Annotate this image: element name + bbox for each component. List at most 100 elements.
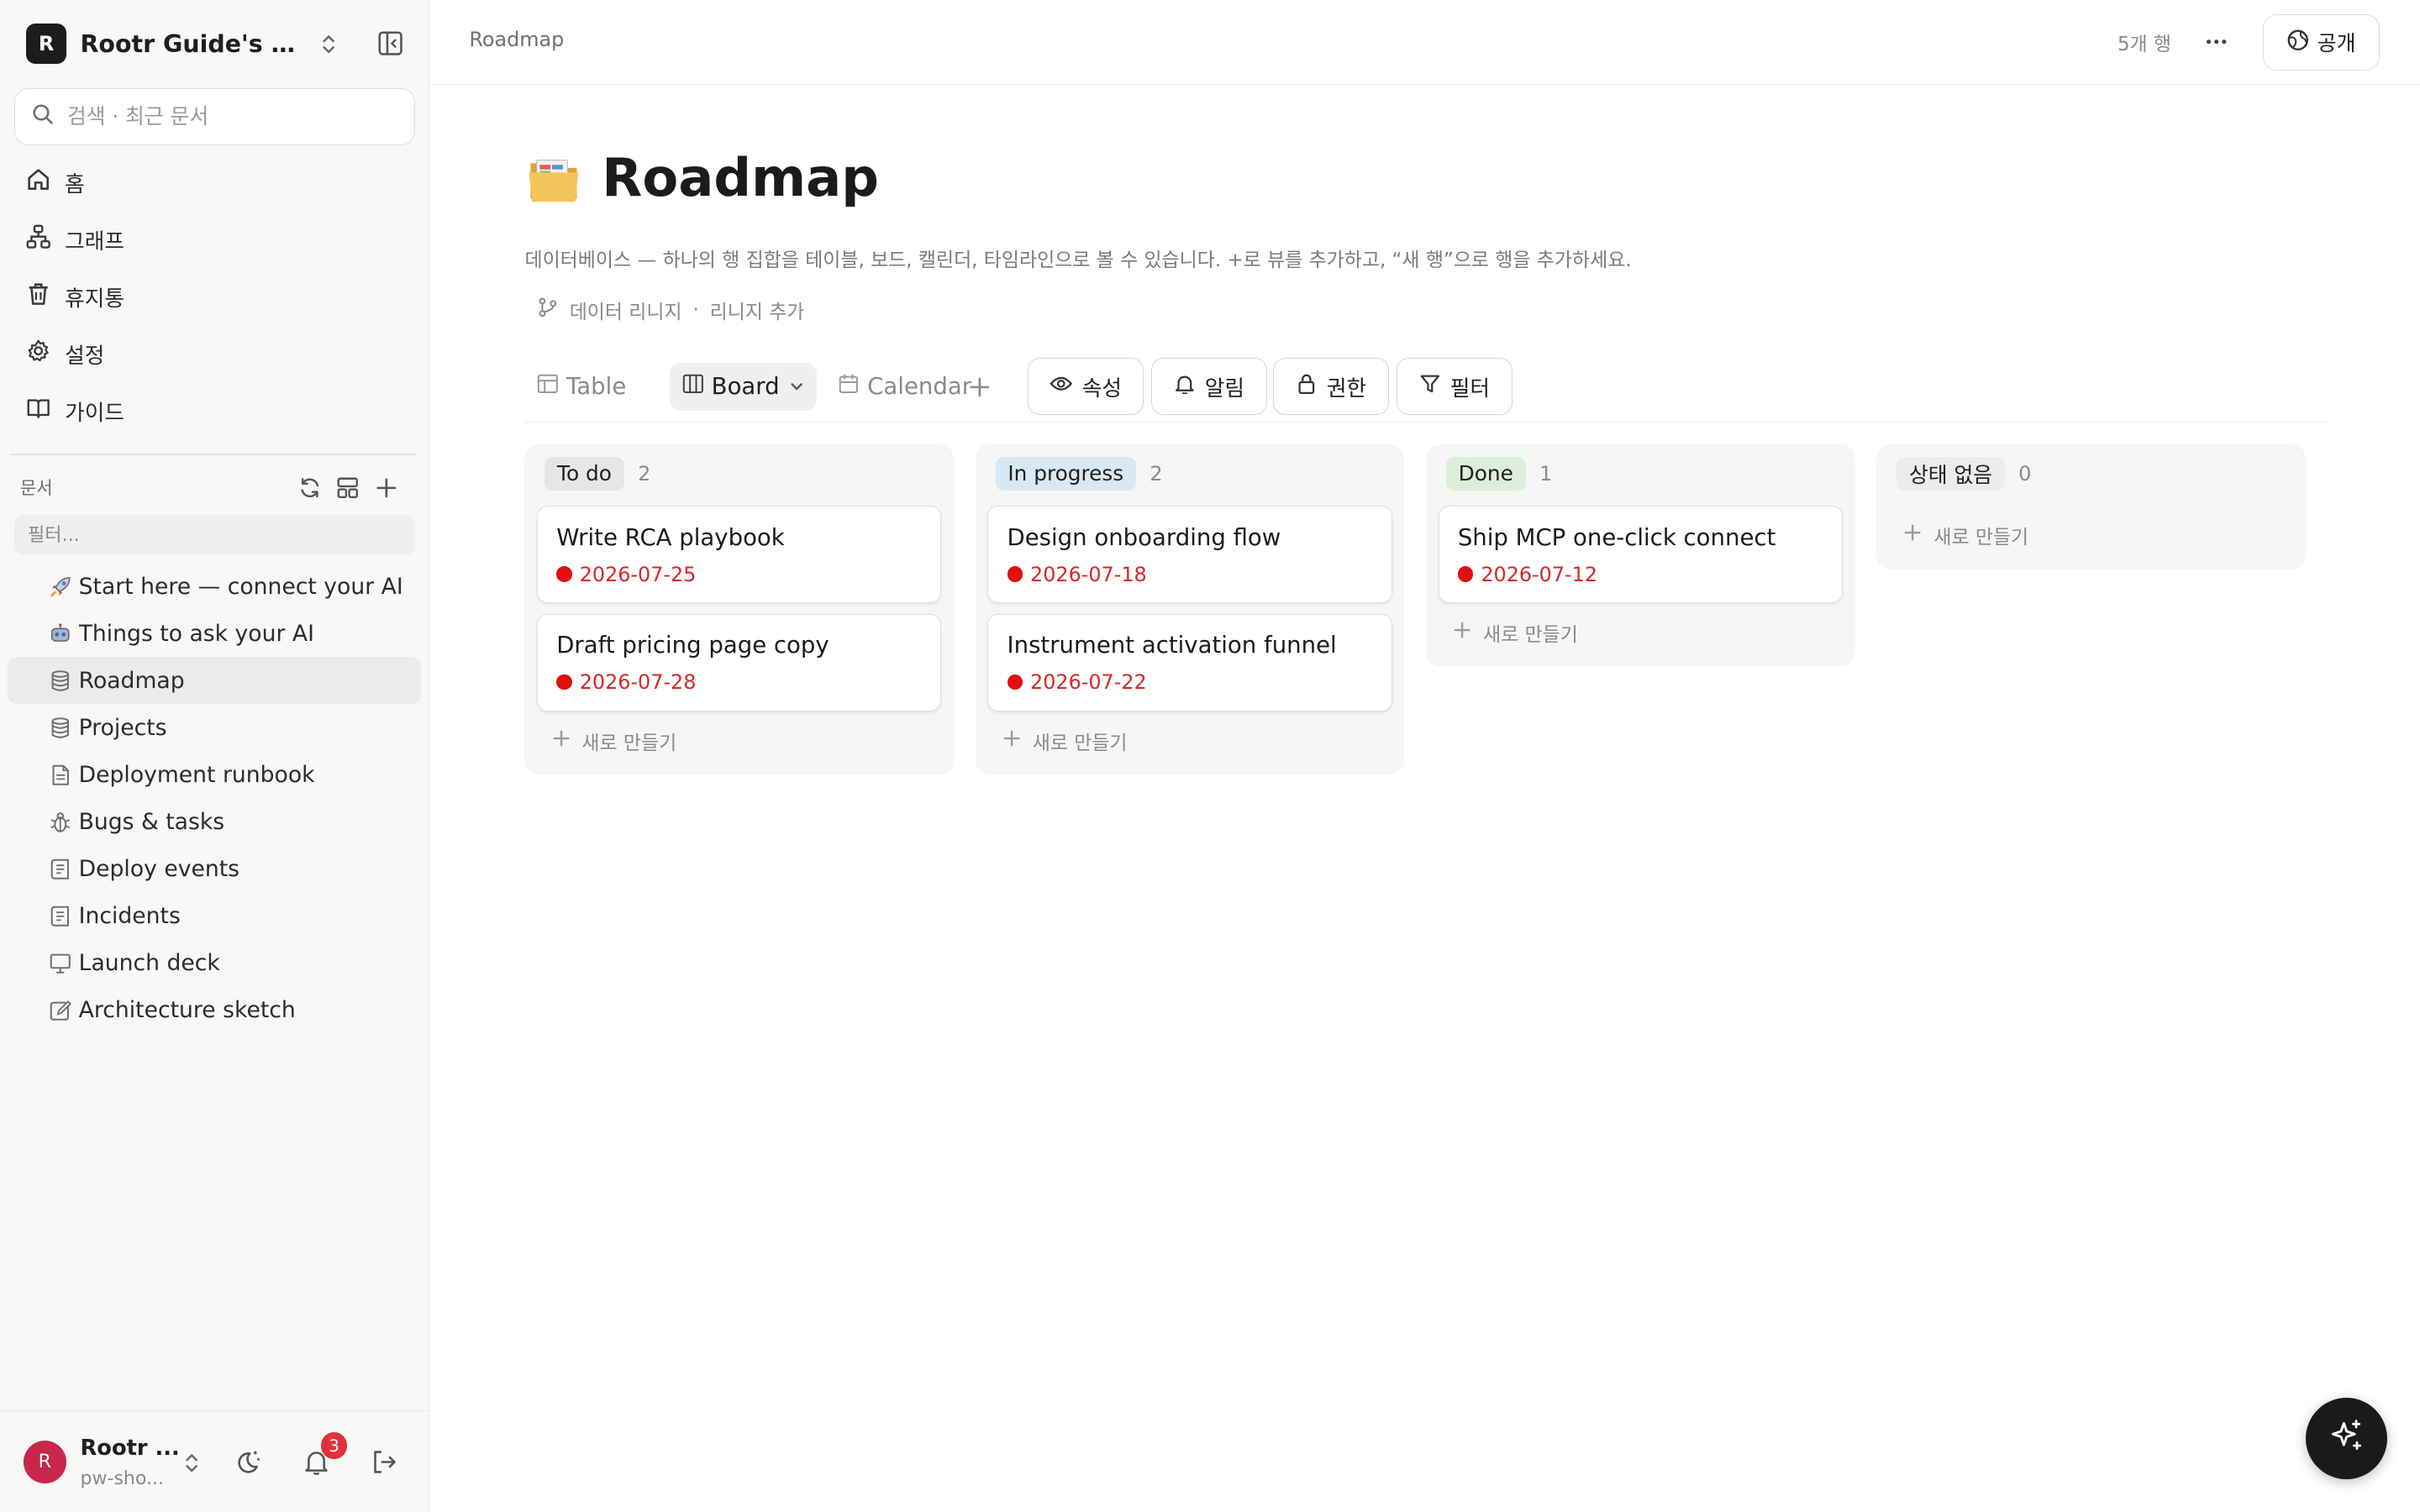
board-card[interactable]: Design onboarding flow 2026-07-18 bbox=[987, 506, 1392, 604]
nav-item-trash[interactable]: 휴지통 bbox=[14, 269, 418, 326]
card-title: Write RCA playbook bbox=[556, 523, 785, 551]
more-options-icon[interactable] bbox=[2197, 24, 2234, 60]
doc-item-launch-deck[interactable]: Launch deck bbox=[8, 940, 421, 987]
doc-item-roadmap[interactable]: Roadmap bbox=[8, 657, 422, 705]
public-button[interactable]: 공개 bbox=[2262, 13, 2381, 71]
doc-item-deployment-runbook[interactable]: Deployment runbook bbox=[8, 751, 421, 798]
sidebar: R Rootr Guide's Workspace 홈 그래프 bbox=[0, 0, 429, 1512]
document-icon bbox=[48, 763, 72, 787]
doc-item-projects[interactable]: Projects bbox=[8, 704, 421, 751]
tab-calendar[interactable]: Calendar bbox=[826, 363, 984, 411]
doc-item-things-to-ask[interactable]: Things to ask your AI bbox=[8, 610, 421, 657]
doc-item-label: Deploy events bbox=[78, 855, 240, 882]
refresh-icon[interactable] bbox=[290, 470, 329, 504]
tab-label: Table bbox=[566, 373, 627, 401]
nav-item-home[interactable]: 홈 bbox=[14, 155, 418, 212]
docs-tree: Start here — connect your AI Things to a… bbox=[8, 563, 422, 1034]
doc-item-architecture-sketch[interactable]: Architecture sketch bbox=[8, 987, 421, 1034]
doc-item-label: Bugs & tasks bbox=[78, 808, 225, 835]
doc-item-label: Incidents bbox=[78, 903, 181, 929]
card-date-text: 2026-07-28 bbox=[579, 670, 697, 695]
doc-item-start-here[interactable]: Start here — connect your AI bbox=[8, 563, 421, 610]
doc-item-label: Start here — connect your AI bbox=[78, 573, 403, 600]
doc-item-bugs-tasks[interactable]: Bugs & tasks bbox=[8, 798, 421, 845]
add-lineage-link[interactable]: 리니지 추가 bbox=[710, 296, 805, 324]
lineage-label: 데이터 리니지 bbox=[569, 302, 682, 324]
lock-icon bbox=[1296, 373, 1318, 401]
new-card-label: 새로 만들기 bbox=[1032, 732, 1128, 754]
status-badge[interactable]: To do bbox=[544, 456, 624, 491]
alerts-label: 알림 bbox=[1204, 375, 1245, 402]
chevron-updown-icon[interactable] bbox=[181, 1448, 203, 1479]
tab-label: Calendar bbox=[867, 373, 972, 401]
board-column-todo: To do 2 Write RCA playbook 2026-07-25 Dr… bbox=[524, 444, 955, 775]
search-box[interactable] bbox=[13, 87, 416, 145]
doc-item-deploy-events[interactable]: Deploy events bbox=[8, 845, 421, 892]
graph-icon bbox=[26, 224, 50, 255]
sidebar-collapse-icon[interactable] bbox=[375, 28, 406, 59]
tab-table[interactable]: Table bbox=[524, 363, 638, 411]
properties-button[interactable]: 속성 bbox=[1028, 358, 1144, 416]
docs-section-header: 문서 bbox=[20, 470, 406, 504]
workspace-name: Rootr Guide's Workspace bbox=[80, 29, 308, 58]
page-description: 데이터베이스 — 하나의 행 집합을 테이블, 보드, 캘린더, 타임라인으로 … bbox=[524, 249, 1632, 272]
bug-icon bbox=[48, 810, 72, 834]
new-card-button[interactable]: 새로 만들기 bbox=[1454, 616, 1578, 649]
docs-filter-input[interactable] bbox=[28, 524, 398, 546]
new-card-label: 새로 만들기 bbox=[1933, 527, 2029, 549]
permissions-label: 권한 bbox=[1326, 375, 1367, 402]
board-card[interactable]: Write RCA playbook 2026-07-25 bbox=[537, 506, 942, 604]
log-icon bbox=[48, 904, 72, 928]
red-dot-icon bbox=[556, 674, 572, 690]
board-card[interactable]: Draft pricing page copy 2026-07-28 bbox=[537, 614, 942, 711]
alerts-button[interactable]: 알림 bbox=[1151, 358, 1267, 416]
board-card[interactable]: Instrument activation funnel 2026-07-22 bbox=[987, 614, 1392, 711]
template-icon[interactable] bbox=[329, 470, 367, 504]
nav-item-graph[interactable]: 그래프 bbox=[14, 212, 418, 269]
public-button-label: 공개 bbox=[2317, 31, 2356, 56]
user-name: Rootr ... bbox=[80, 1436, 180, 1462]
nav-item-guide[interactable]: 가이드 bbox=[14, 382, 418, 439]
add-view-plus-icon[interactable] bbox=[963, 370, 997, 404]
folder-emoji-icon[interactable] bbox=[524, 148, 583, 207]
tab-board[interactable]: Board bbox=[670, 362, 817, 411]
user-subtitle: pw-sho... bbox=[80, 1467, 165, 1489]
board-card[interactable]: Ship MCP one-click connect 2026-07-12 bbox=[1438, 506, 1843, 604]
nav-item-label: 홈 bbox=[65, 172, 85, 198]
search-input[interactable] bbox=[66, 104, 392, 129]
page-title[interactable]: Roadmap bbox=[602, 147, 879, 208]
board-column-done: Done 1 Ship MCP one-click connect 2026-0… bbox=[1426, 444, 1855, 667]
card-date: 2026-07-12 bbox=[1457, 563, 1597, 586]
ai-assistant-button[interactable] bbox=[2306, 1398, 2388, 1480]
plus-icon[interactable] bbox=[367, 470, 406, 504]
new-card-button[interactable]: 새로 만들기 bbox=[1904, 518, 2028, 552]
permissions-button[interactable]: 권한 bbox=[1273, 358, 1390, 416]
card-date: 2026-07-25 bbox=[556, 563, 696, 586]
user-bar: R Rootr ... pw-sho... 3 bbox=[0, 1410, 429, 1512]
new-card-label: 새로 만들기 bbox=[581, 732, 677, 754]
board-column-in-progress: In progress 2 Design onboarding flow 202… bbox=[975, 444, 1405, 775]
avatar[interactable]: R bbox=[23, 1440, 66, 1484]
doc-item-incidents[interactable]: Incidents bbox=[8, 893, 421, 940]
new-card-button[interactable]: 새로 만들기 bbox=[1003, 723, 1128, 757]
new-card-button[interactable]: 새로 만들기 bbox=[553, 723, 677, 757]
theme-toggle-icon[interactable] bbox=[232, 1445, 266, 1478]
lineage-separator: · bbox=[692, 299, 699, 322]
doc-item-label: Roadmap bbox=[78, 667, 185, 694]
logout-icon[interactable] bbox=[367, 1445, 401, 1478]
sparkle-icon bbox=[2328, 1417, 2365, 1460]
log-icon bbox=[48, 857, 72, 881]
status-badge[interactable]: 상태 없음 bbox=[1897, 456, 2005, 491]
bell-icon bbox=[1174, 373, 1196, 401]
database-icon bbox=[48, 716, 72, 740]
nav-item-settings[interactable]: 설정 bbox=[14, 326, 418, 383]
breadcrumb[interactable]: Roadmap bbox=[469, 28, 564, 51]
workspace-switcher[interactable]: R Rootr Guide's Workspace bbox=[26, 24, 412, 66]
status-badge[interactable]: In progress bbox=[995, 456, 1136, 491]
sidebar-divider bbox=[10, 453, 416, 455]
status-badge[interactable]: Done bbox=[1445, 456, 1526, 491]
filter-button[interactable]: 필터 bbox=[1397, 358, 1512, 416]
card-date-text: 2026-07-25 bbox=[579, 562, 697, 586]
docs-filter-box[interactable] bbox=[13, 515, 416, 556]
column-count: 0 bbox=[2018, 461, 2032, 486]
